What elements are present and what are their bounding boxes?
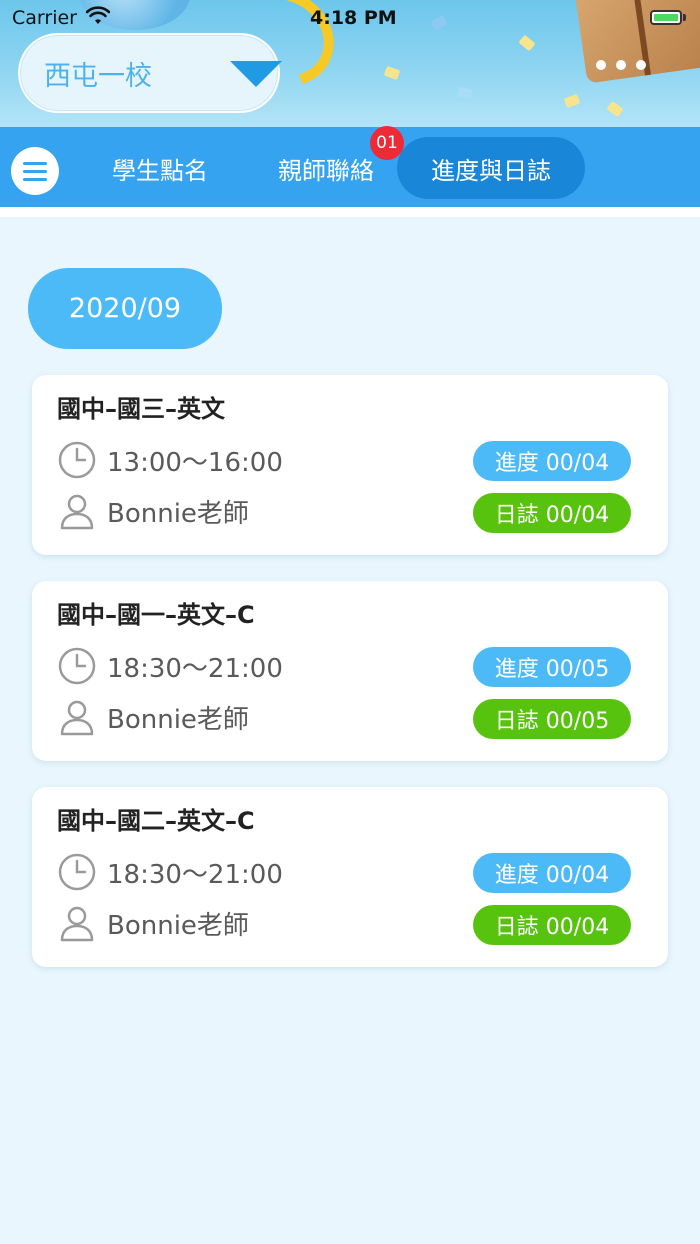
decor-confetti xyxy=(383,65,401,81)
month-selector[interactable]: 2020/09 xyxy=(28,268,222,349)
clock-icon xyxy=(58,647,96,685)
hamburger-menu-icon[interactable] xyxy=(11,147,59,195)
class-teacher: Bonnie老師 xyxy=(107,704,249,735)
more-options-icon[interactable] xyxy=(596,60,646,72)
person-icon xyxy=(60,700,94,736)
tab-progress-log[interactable]: 進度與日誌 xyxy=(397,137,585,199)
school-dropdown-value: 西屯一校 xyxy=(44,60,152,92)
progress-badge-button[interactable]: 進度 00/04 xyxy=(473,441,631,481)
decor-confetti xyxy=(606,100,624,118)
log-badge-button[interactable]: 日誌 00/04 xyxy=(473,905,631,945)
school-dropdown[interactable]: 西屯一校 xyxy=(18,33,282,113)
log-badge-button[interactable]: 日誌 00/05 xyxy=(473,699,631,739)
status-bar: Carrier 4:18 PM xyxy=(0,0,700,36)
class-teacher-row: Bonnie老師 xyxy=(57,903,249,943)
tab-bar: 學生點名 親師聯絡 進度與日誌 xyxy=(0,127,700,207)
decor-confetti xyxy=(518,34,536,52)
class-time: 18:30～21:00 xyxy=(107,653,283,684)
progress-badge-button[interactable]: 進度 00/05 xyxy=(473,647,631,687)
class-time-row: 18:30～21:00 xyxy=(57,646,283,686)
class-card[interactable]: 國中–國三–英文 13:00～16:00 Bonnie老師 進度 00/04 日… xyxy=(32,375,668,555)
class-time: 18:30～21:00 xyxy=(107,859,283,890)
divider xyxy=(0,207,700,217)
class-title: 國中–國三–英文 xyxy=(57,395,225,423)
class-card[interactable]: 國中–國一–英文–C 18:30～21:00 Bonnie老師 進度 00/05… xyxy=(32,581,668,761)
wifi-icon xyxy=(86,6,110,24)
class-time: 13:00～16:00 xyxy=(107,447,283,478)
class-time-row: 13:00～16:00 xyxy=(57,440,283,480)
chevron-down-icon xyxy=(230,61,282,87)
tab-roll-call[interactable]: 學生點名 xyxy=(80,137,240,199)
log-badge-button[interactable]: 日誌 00/04 xyxy=(473,493,631,533)
notification-badge: 01 xyxy=(370,126,404,160)
battery-tip xyxy=(683,14,686,21)
class-time-row: 18:30～21:00 xyxy=(57,852,283,892)
class-title: 國中–國二–英文–C xyxy=(57,807,255,835)
decor-confetti xyxy=(457,86,473,100)
class-teacher: Bonnie老師 xyxy=(107,910,249,941)
class-card[interactable]: 國中–國二–英文–C 18:30～21:00 Bonnie老師 進度 00/04… xyxy=(32,787,668,967)
decor-confetti xyxy=(563,93,581,109)
battery-icon xyxy=(650,10,682,25)
clock-icon xyxy=(58,441,96,479)
class-teacher-row: Bonnie老師 xyxy=(57,491,249,531)
person-icon xyxy=(60,906,94,942)
progress-badge-button[interactable]: 進度 00/04 xyxy=(473,853,631,893)
carrier-label: Carrier xyxy=(12,7,77,29)
clock-icon xyxy=(58,853,96,891)
person-icon xyxy=(60,494,94,530)
status-time: 4:18 PM xyxy=(310,7,397,29)
class-title: 國中–國一–英文–C xyxy=(57,601,255,629)
class-teacher-row: Bonnie老師 xyxy=(57,697,249,737)
class-teacher: Bonnie老師 xyxy=(107,498,249,529)
